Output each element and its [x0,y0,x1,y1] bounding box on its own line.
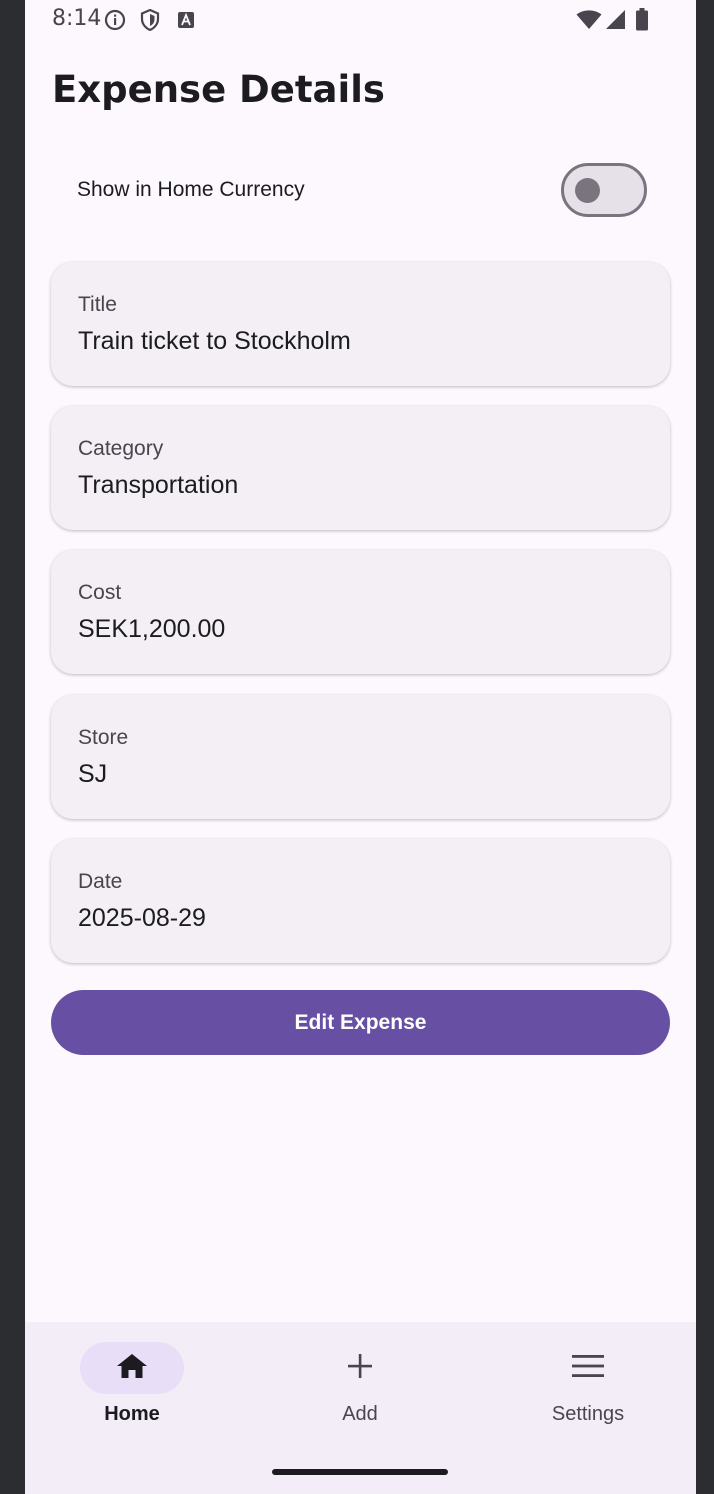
nav-active-indicator [80,1342,184,1394]
nav-item-add[interactable]: Add [280,1342,440,1432]
plus-icon [347,1353,373,1384]
field-value: Train ticket to Stockholm [78,327,351,355]
shield-icon [140,9,160,31]
expense-details-screen: 8:14 Expense Details Show in Home Curren… [25,0,696,1494]
store-field-card: Store SJ [51,695,670,819]
field-label: Title [78,293,117,316]
gesture-handle[interactable] [272,1469,448,1475]
signal-icon [605,9,626,30]
home-currency-toggle-row: Show in Home Currency [77,162,647,218]
info-icon [104,9,126,31]
menu-icon [572,1354,604,1382]
field-label: Date [78,870,123,893]
nav-item-settings[interactable]: Settings [508,1342,668,1432]
status-bar: 8:14 [25,0,696,40]
wifi-icon [576,10,602,30]
field-label: Store [78,726,129,749]
status-time: 8:14 [52,6,102,31]
nav-indicator [308,1342,412,1394]
field-value: SJ [78,760,108,788]
switch-thumb [575,178,600,203]
nav-label-settings: Settings [551,1403,625,1425]
battery-icon [635,8,649,31]
field-value: Transportation [78,471,239,499]
home-currency-toggle-label: Show in Home Currency [77,178,305,201]
cost-field-card: Cost SEK1,200.00 [51,550,670,674]
field-label: Cost [78,581,122,604]
nav-label-add: Add [342,1403,378,1425]
edit-expense-button[interactable]: Edit Expense [51,990,670,1055]
date-field-card: Date 2025-08-29 [51,839,670,963]
field-value: 2025-08-29 [78,904,206,932]
home-currency-switch[interactable] [561,163,647,217]
field-value: SEK1,200.00 [78,615,226,643]
nav-indicator [536,1342,640,1394]
nav-label-home: Home [104,1403,160,1425]
title-field-card: Title Train ticket to Stockholm [51,262,670,386]
page-title: Expense Details [52,68,385,111]
text-a-icon [177,11,195,29]
bottom-navigation: Home Add Settings [25,1322,696,1494]
nav-item-home[interactable]: Home [52,1342,212,1432]
home-icon [116,1353,148,1384]
field-label: Category [78,437,164,460]
category-field-card: Category Transportation [51,406,670,530]
